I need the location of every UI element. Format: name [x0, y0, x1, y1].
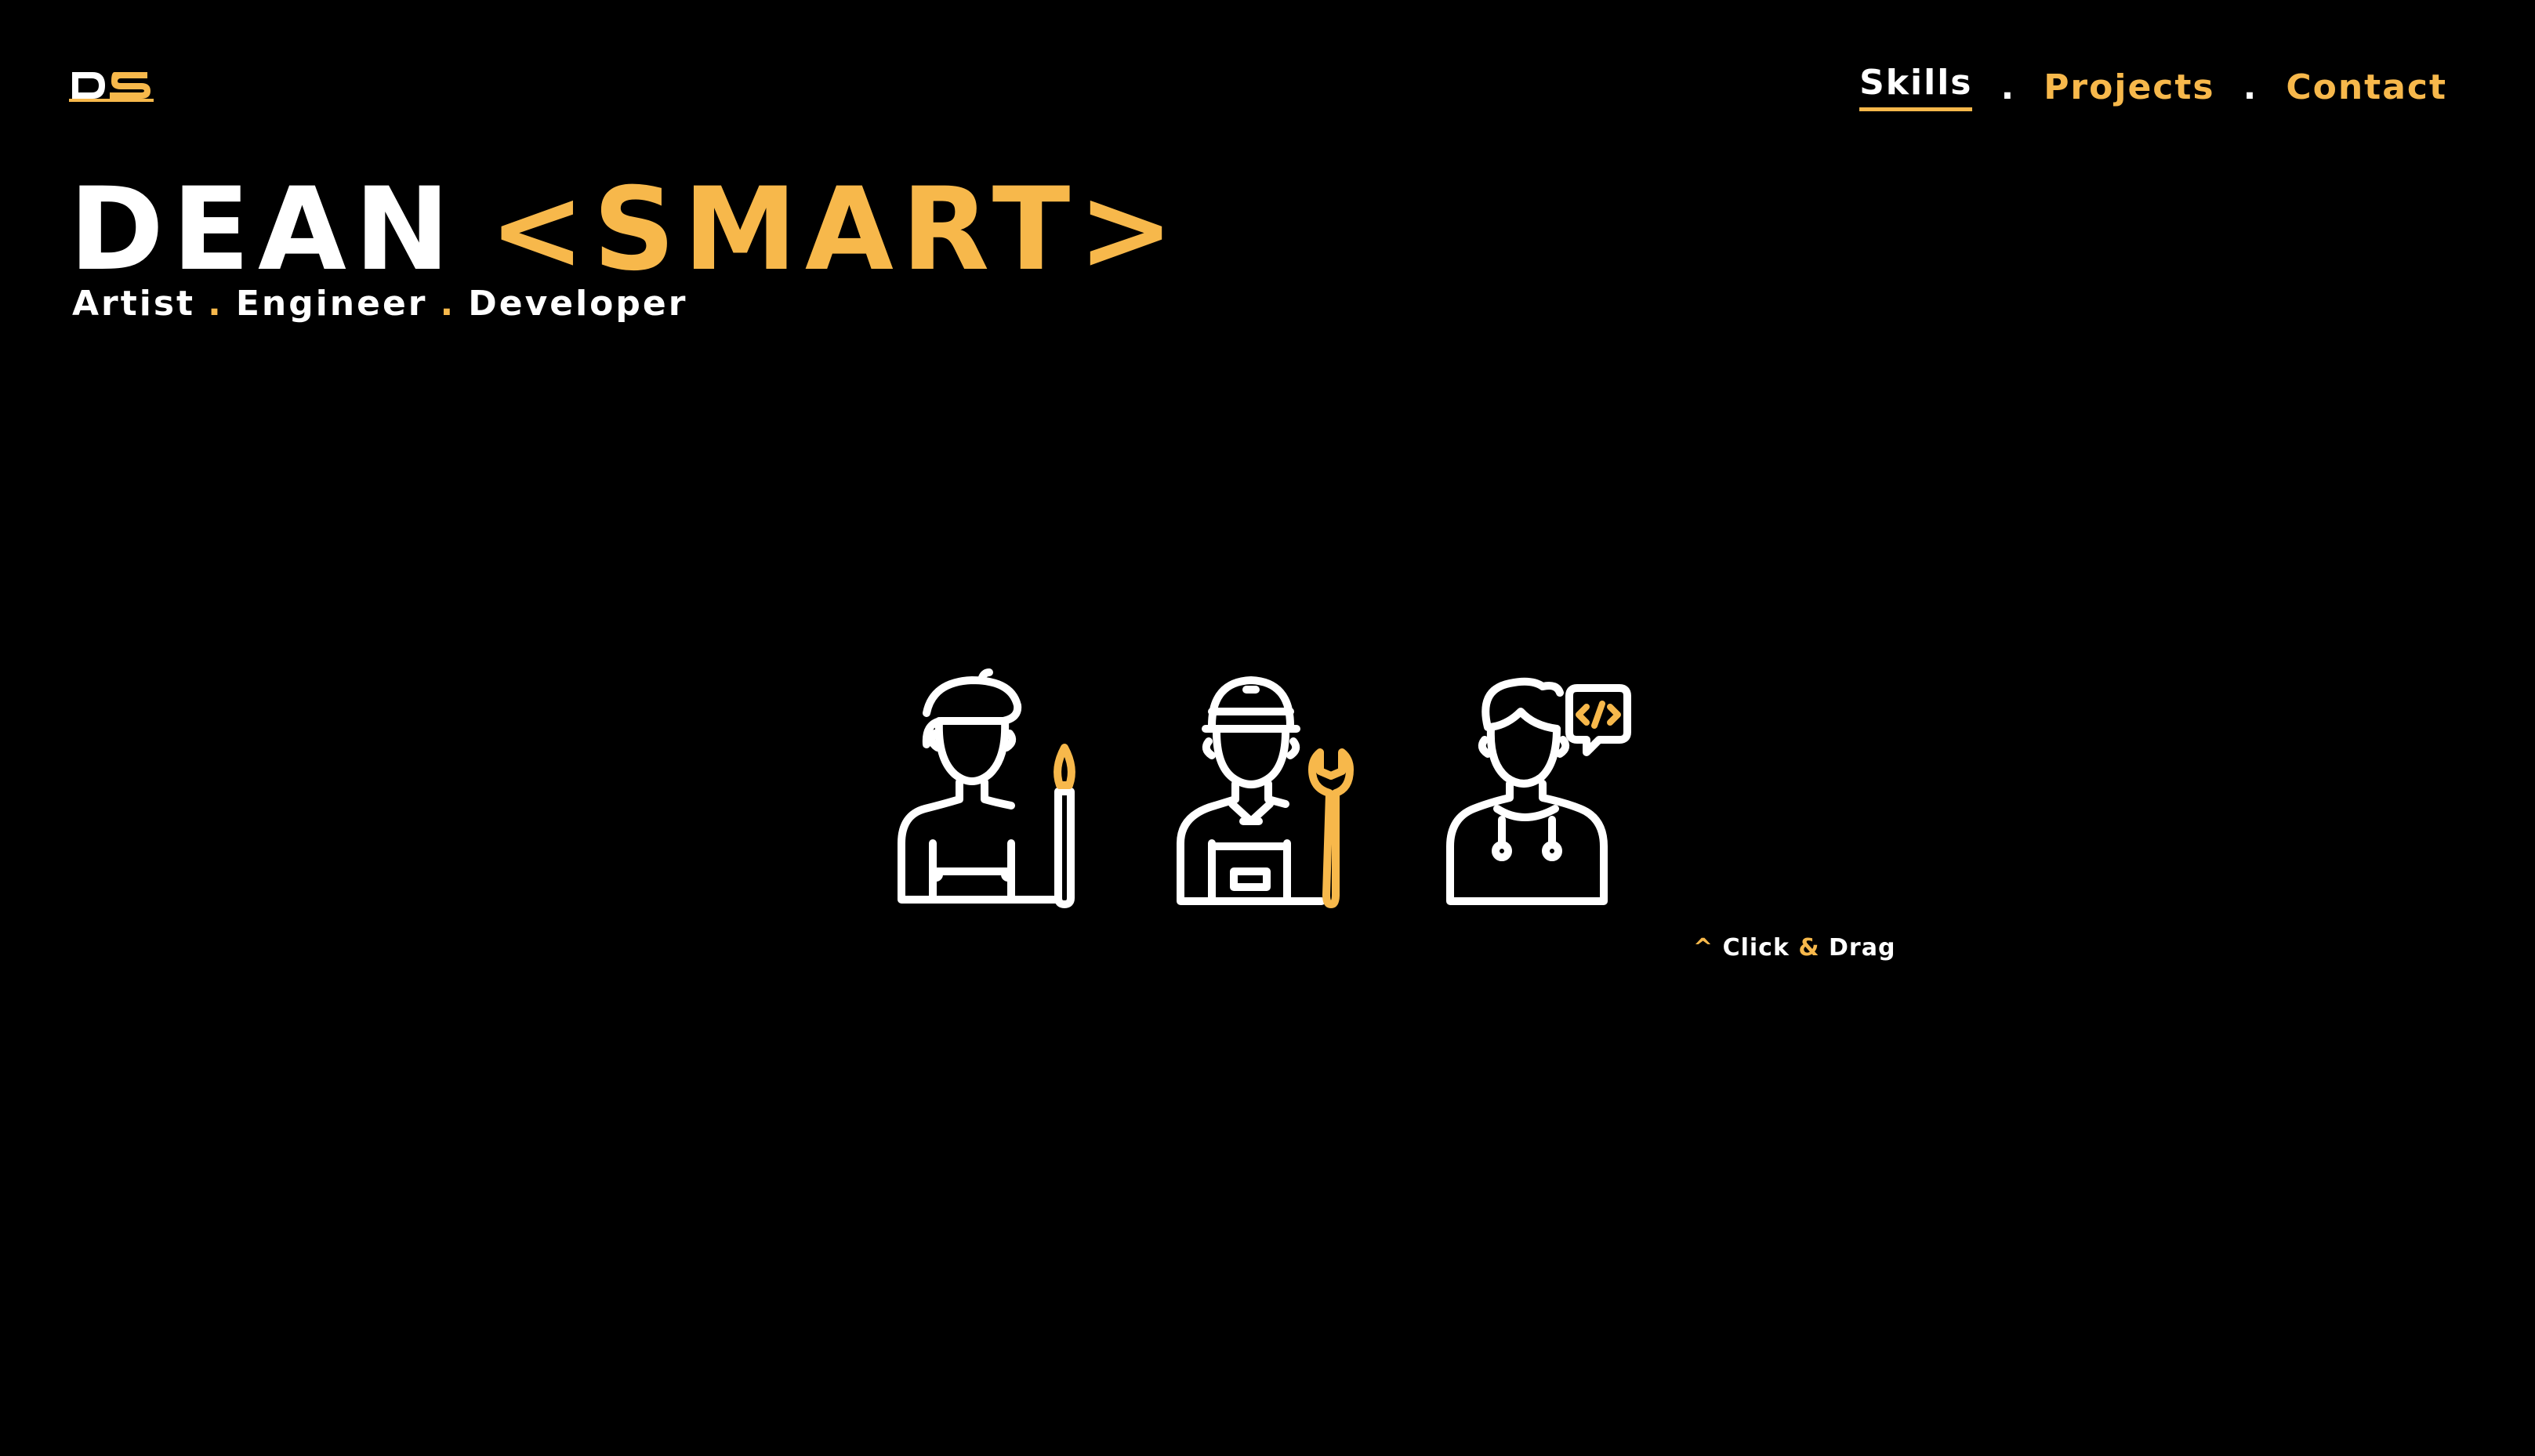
hero-title: DEAN <SMART> [69, 172, 1182, 287]
nav-separator: . [2000, 67, 2016, 107]
main-nav: Skills . Projects . Contact [1859, 63, 2447, 111]
hint-drag: Drag [1829, 934, 1896, 962]
nav-skills-link[interactable]: Skills [1859, 63, 1973, 111]
artist-icon[interactable] [894, 666, 1097, 909]
caret-up-icon: ^ [1693, 934, 1714, 962]
role-developer: Developer [468, 284, 688, 324]
nav-projects-link[interactable]: Projects [2044, 67, 2214, 107]
hero-last-name: <SMART> [489, 163, 1182, 296]
nav-separator: . [2243, 67, 2258, 107]
click-drag-hint: ^ Click & Drag [1693, 934, 1895, 962]
role-engineer: Engineer [235, 284, 428, 324]
role-artist: Artist [72, 284, 196, 324]
page: Skills . Projects . Contact DEAN <SMART> … [0, 0, 2535, 1456]
developer-icon[interactable] [1442, 666, 1646, 909]
role-separator: . [208, 284, 223, 324]
hint-ampersand: & [1798, 934, 1820, 962]
skills-carousel[interactable] [894, 666, 1677, 917]
engineer-icon[interactable] [1168, 666, 1372, 909]
hero-roles: Artist. Engineer. Developer [72, 284, 687, 324]
ds-logo[interactable] [69, 67, 154, 103]
hero-first-name: DEAN [69, 163, 459, 296]
role-separator: . [440, 284, 456, 324]
hint-click: Click [1722, 934, 1790, 962]
nav-contact-link[interactable]: Contact [2286, 67, 2447, 107]
